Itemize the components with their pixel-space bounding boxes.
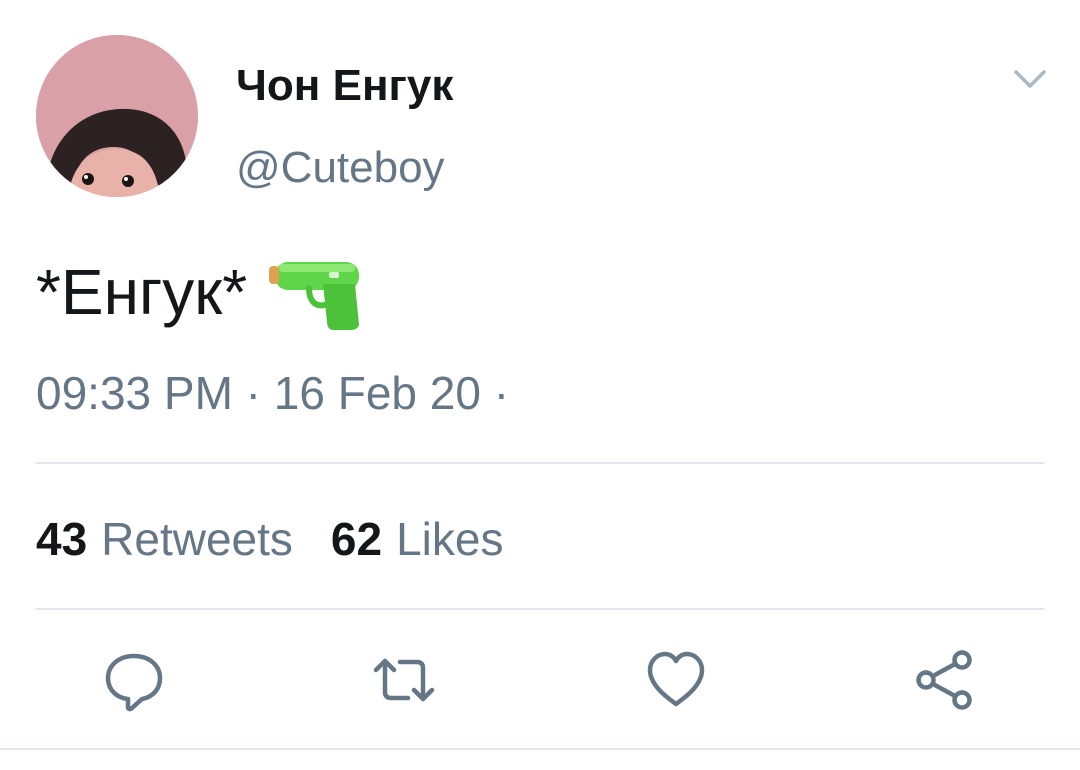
tweet-detail: Чон Енгук @Cuteboy *Енгук* 09:33 PM · 16… (0, 0, 1080, 770)
retweets-label: Retweets (101, 513, 293, 565)
chevron-down-icon[interactable] (1010, 60, 1050, 100)
avatar[interactable] (36, 35, 198, 197)
share-icon (916, 650, 972, 710)
water-pistol-emoji-icon (269, 254, 363, 330)
tweet-timestamp[interactable]: 09:33 PM · 16 Feb 20 · (36, 364, 509, 422)
reply-button[interactable] (102, 648, 166, 712)
retweets-stat[interactable]: 43 Retweets (36, 510, 293, 568)
likes-count: 62 (330, 513, 383, 565)
tweet-text-content: *Енгук* (36, 256, 248, 328)
retweet-icon (373, 658, 435, 702)
display-name[interactable]: Чон Енгук (236, 58, 453, 114)
tweet-text: *Енгук* (36, 252, 363, 332)
share-button[interactable] (912, 648, 976, 712)
retweet-button[interactable] (372, 648, 436, 712)
username-handle[interactable]: @Cuteboy (236, 140, 445, 196)
heart-icon (647, 651, 705, 707)
retweets-count: 43 (36, 513, 88, 565)
divider (0, 748, 1080, 750)
reply-bubble-icon (105, 653, 163, 712)
avatar-photo (36, 35, 198, 197)
tweet-stats: 43 Retweets 62 Likes (36, 510, 503, 568)
like-button[interactable] (644, 648, 708, 712)
likes-label: Likes (396, 513, 504, 565)
divider (36, 462, 1044, 464)
divider (36, 608, 1044, 610)
likes-stat[interactable]: 62 Likes (331, 510, 504, 568)
